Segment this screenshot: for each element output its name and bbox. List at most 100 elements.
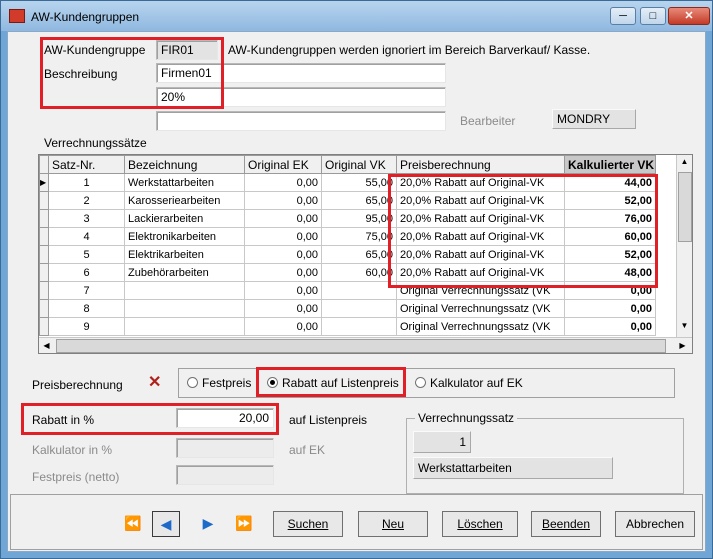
cell-original-vk[interactable]: 75,00 bbox=[321, 227, 397, 246]
cell-original-ek[interactable]: 0,00 bbox=[244, 281, 322, 300]
cell-satz-nr[interactable]: 5 bbox=[48, 245, 125, 264]
minimize-button[interactable]: ─ bbox=[610, 7, 636, 25]
radio-festpreis-dot[interactable] bbox=[187, 377, 198, 388]
cell-satz-nr[interactable]: 1 bbox=[48, 173, 125, 192]
last-record-icon[interactable]: ⏩ bbox=[230, 511, 258, 537]
scroll-up-icon[interactable]: ▲ bbox=[677, 157, 692, 166]
cell-satz-nr[interactable]: 3 bbox=[48, 209, 125, 228]
row-indicator[interactable] bbox=[39, 263, 49, 282]
cell-original-ek[interactable]: 0,00 bbox=[244, 209, 322, 228]
first-record-icon[interactable]: ⏪ bbox=[119, 511, 147, 537]
scroll-down-icon[interactable]: ▼ bbox=[677, 321, 692, 330]
radio-kalkulator-dot[interactable] bbox=[415, 377, 426, 388]
app-icon bbox=[9, 9, 25, 23]
cell-original-ek[interactable]: 0,00 bbox=[244, 191, 322, 210]
cell-bezeichnung[interactable]: Karosseriearbeiten bbox=[124, 191, 245, 210]
cell-preisberechnung[interactable]: Original Verrechnungssatz (VK bbox=[396, 317, 565, 336]
cell-original-vk[interactable] bbox=[321, 299, 397, 318]
radio-festpreis[interactable]: Festpreis bbox=[187, 376, 251, 390]
radio-kalkulator-label[interactable]: Kalkulator auf EK bbox=[430, 376, 523, 390]
cell-original-ek[interactable]: 0,00 bbox=[244, 227, 322, 246]
row-indicator[interactable] bbox=[39, 317, 49, 336]
scroll-left-icon[interactable]: ◀ bbox=[39, 341, 54, 350]
cell-original-ek[interactable]: 0,00 bbox=[244, 263, 322, 282]
form-client-area: AW-Kundengruppe FIR01 AW-Kundengruppen w… bbox=[7, 31, 706, 552]
cell-original-vk[interactable]: 95,00 bbox=[321, 209, 397, 228]
cell-bezeichnung[interactable]: Werkstattarbeiten bbox=[124, 173, 245, 192]
cell-kalkulierter-vk[interactable]: 0,00 bbox=[564, 317, 656, 336]
row-indicator[interactable] bbox=[39, 281, 49, 300]
cell-bezeichnung[interactable] bbox=[124, 299, 245, 318]
close-button[interactable]: ✕ bbox=[668, 7, 710, 25]
col-original-ek[interactable]: Original EK bbox=[244, 155, 322, 174]
loeschen-label[interactable]: Löschen bbox=[457, 517, 502, 531]
grid-vertical-scrollbar[interactable]: ▲ ▼ bbox=[676, 155, 692, 337]
grid-horizontal-scrollbar[interactable]: ◀ ▶ bbox=[39, 337, 692, 353]
previous-record-icon[interactable]: ◀ bbox=[152, 511, 180, 537]
row-indicator[interactable] bbox=[39, 209, 49, 228]
cell-original-ek[interactable]: 0,00 bbox=[244, 317, 322, 336]
title-bar[interactable]: AW-Kundengruppen ─ □ ✕ bbox=[1, 1, 712, 31]
cell-bezeichnung[interactable] bbox=[124, 281, 245, 300]
cell-bezeichnung[interactable] bbox=[124, 317, 245, 336]
kalkulator-input[interactable] bbox=[176, 438, 274, 458]
cell-original-vk[interactable]: 55,00 bbox=[321, 173, 397, 192]
beschreibung-field-3[interactable] bbox=[156, 111, 446, 131]
cell-satz-nr[interactable]: 2 bbox=[48, 191, 125, 210]
next-record-icon[interactable]: ▶ bbox=[194, 511, 222, 537]
radio-festpreis-label[interactable]: Festpreis bbox=[202, 376, 251, 390]
beenden-button[interactable]: Beenden bbox=[531, 511, 601, 537]
cell-bezeichnung[interactable]: Zubehörarbeiten bbox=[124, 263, 245, 282]
cell-preisberechnung[interactable]: Original Verrechnungssatz (VK bbox=[396, 299, 565, 318]
scroll-right-icon[interactable]: ▶ bbox=[675, 341, 690, 350]
cell-bezeichnung[interactable]: Lackierarbeiten bbox=[124, 209, 245, 228]
cell-original-ek[interactable]: 0,00 bbox=[244, 299, 322, 318]
col-satz-nr[interactable]: Satz-Nr. bbox=[48, 155, 125, 174]
cell-original-vk[interactable] bbox=[321, 281, 397, 300]
festpreis-input[interactable] bbox=[176, 465, 274, 485]
cell-original-ek[interactable]: 0,00 bbox=[244, 245, 322, 264]
col-bezeichnung[interactable]: Bezeichnung bbox=[124, 155, 245, 174]
col-kalkulierter-vk[interactable]: Kalkulierter VK bbox=[564, 155, 656, 174]
window-title: AW-Kundengruppen bbox=[31, 10, 140, 24]
suchen-button[interactable]: Suchen bbox=[273, 511, 343, 537]
cell-original-vk[interactable]: 65,00 bbox=[321, 245, 397, 264]
highlight-box-preis bbox=[388, 174, 658, 288]
row-indicator[interactable] bbox=[39, 245, 49, 264]
cell-satz-nr[interactable]: 7 bbox=[48, 281, 125, 300]
beenden-label[interactable]: Beenden bbox=[542, 517, 590, 531]
verrechnungssatz-groupbox: Verrechnungssatz 1 Werkstattarbeiten bbox=[406, 411, 684, 494]
cell-bezeichnung[interactable]: Elektrikarbeiten bbox=[124, 245, 245, 264]
cell-satz-nr[interactable]: 4 bbox=[48, 227, 125, 246]
table-row[interactable]: 8 0,00 Original Verrechnungssatz (VK 0,00 bbox=[39, 299, 656, 318]
cell-satz-nr[interactable]: 6 bbox=[48, 263, 125, 282]
row-indicator[interactable] bbox=[39, 227, 49, 246]
cell-satz-nr[interactable]: 9 bbox=[48, 317, 125, 336]
vertical-scroll-thumb[interactable] bbox=[678, 172, 692, 242]
clear-preisberechnung-icon[interactable]: ✕ bbox=[148, 372, 161, 392]
neu-label[interactable]: Neu bbox=[382, 517, 404, 531]
suchen-label[interactable]: Suchen bbox=[288, 517, 329, 531]
col-original-vk[interactable]: Original VK bbox=[321, 155, 397, 174]
radio-kalkulator-ek[interactable]: Kalkulator auf EK bbox=[415, 376, 523, 390]
abbrechen-button[interactable]: Abbrechen bbox=[615, 511, 695, 537]
row-indicator[interactable] bbox=[39, 299, 49, 318]
cell-bezeichnung[interactable]: Elektronikarbeiten bbox=[124, 227, 245, 246]
cell-satz-nr[interactable]: 8 bbox=[48, 299, 125, 318]
row-indicator[interactable] bbox=[39, 191, 49, 210]
cell-original-vk[interactable]: 60,00 bbox=[321, 263, 397, 282]
horizontal-scroll-thumb[interactable] bbox=[56, 339, 666, 353]
loeschen-button[interactable]: Löschen bbox=[442, 511, 518, 537]
bottom-toolbar: ⏪ ◀ ▶ ⏩ Suchen Neu Löschen Beenden Abbre… bbox=[10, 494, 703, 550]
col-preisberechnung[interactable]: Preisberechnung bbox=[396, 155, 565, 174]
grid-header-row: Satz-Nr. Bezeichnung Original EK Origina… bbox=[39, 155, 656, 174]
cell-original-ek[interactable]: 0,00 bbox=[244, 173, 322, 192]
table-row[interactable]: 9 0,00 Original Verrechnungssatz (VK 0,00 bbox=[39, 317, 656, 336]
cell-original-vk[interactable] bbox=[321, 317, 397, 336]
kundengruppe-hint: AW-Kundengruppen werden ignoriert im Ber… bbox=[228, 43, 591, 57]
cell-original-vk[interactable]: 65,00 bbox=[321, 191, 397, 210]
row-indicator[interactable]: ▶ bbox=[39, 173, 49, 192]
maximize-button[interactable]: □ bbox=[640, 7, 666, 25]
cell-kalkulierter-vk[interactable]: 0,00 bbox=[564, 299, 656, 318]
neu-button[interactable]: Neu bbox=[358, 511, 428, 537]
